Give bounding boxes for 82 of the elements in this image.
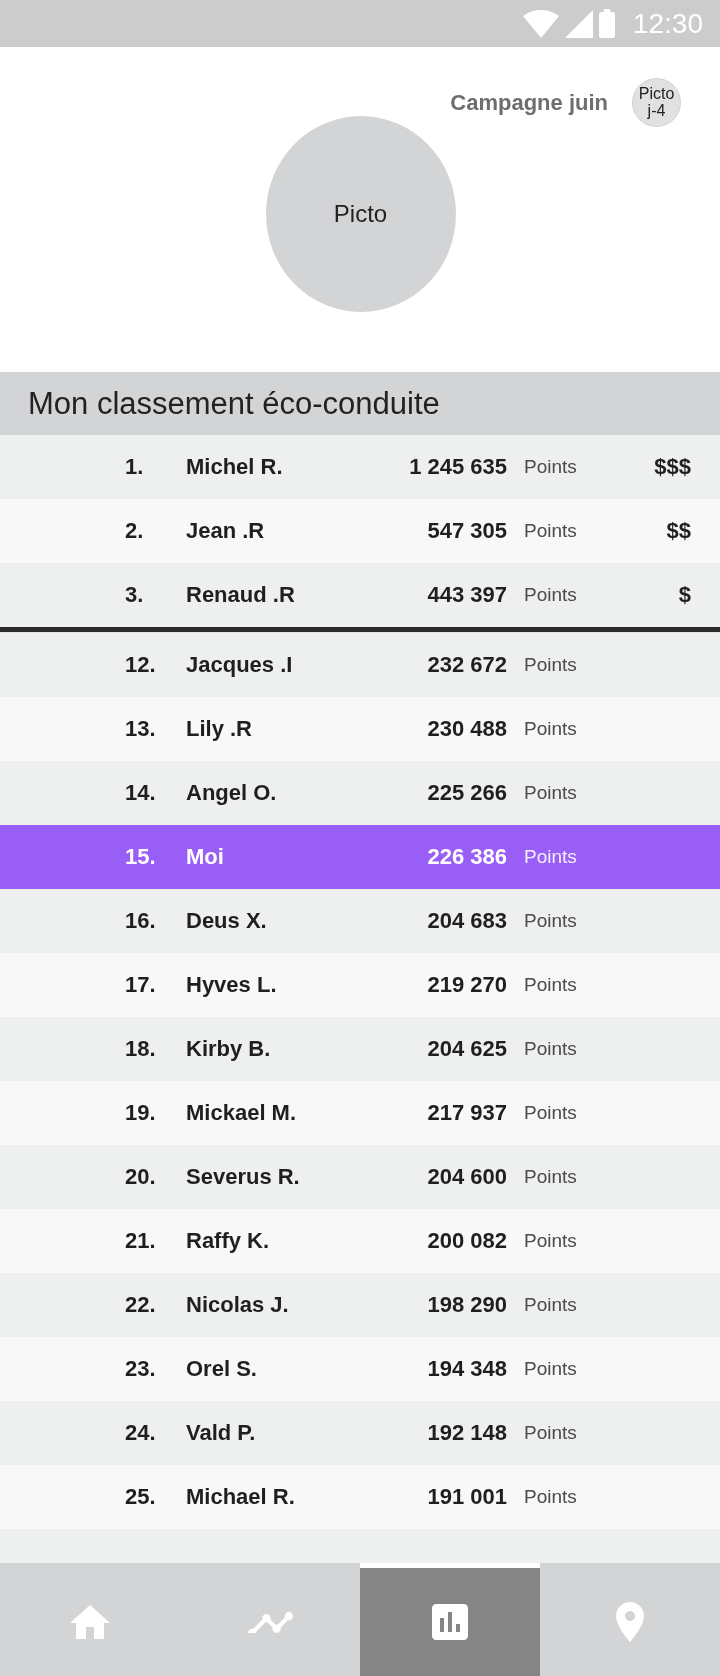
points-value: 226 386 [427, 844, 507, 870]
points-label: Points [523, 456, 578, 478]
player-name: Jean .R [186, 518, 266, 544]
points-value: 200 082 [427, 1228, 507, 1254]
wifi-icon [522, 9, 559, 38]
rank-number: 19. [125, 1100, 157, 1126]
campaign-label: Campagne juin [450, 89, 608, 116]
rank-number: 3. [125, 582, 145, 608]
player-name: Angel O. [186, 780, 278, 806]
points-value: 217 937 [427, 1100, 507, 1126]
section-title: Mon classement éco-conduite [0, 372, 720, 435]
points-label: Points [523, 974, 578, 996]
rank-number: 1. [125, 454, 145, 480]
points-label: Points [523, 846, 578, 868]
player-name: Jacques .I [186, 652, 294, 678]
points-value: 547 305 [427, 518, 507, 544]
rank-number: 24. [125, 1420, 157, 1446]
points-value: 1 245 635 [409, 454, 507, 480]
player-name: Renaud .R [186, 582, 296, 608]
countdown-badge: Picto j-4 [632, 78, 681, 127]
reward-level: $ [678, 582, 691, 608]
points-label: Points [523, 654, 578, 676]
points-value: 204 600 [427, 1164, 507, 1190]
home-icon [70, 1605, 110, 1639]
player-name: Michel R. [186, 454, 284, 480]
points-value: 192 148 [427, 1420, 507, 1446]
points-value: 219 270 [427, 972, 507, 998]
points-label: Points [523, 1358, 578, 1380]
player-name: Mickael M. [186, 1100, 298, 1126]
rank-number: 13. [125, 716, 157, 742]
picto-circle: Picto [265, 116, 456, 312]
points-value: 191 001 [427, 1484, 507, 1510]
line-chart-icon [247, 1611, 293, 1633]
points-value: 194 348 [427, 1356, 507, 1382]
rank-number: 23. [125, 1356, 157, 1382]
points-label: Points [523, 1486, 578, 1508]
rank-number: 20. [125, 1164, 157, 1190]
battery-icon [598, 9, 615, 38]
player-name: Nicolas J. [186, 1292, 290, 1318]
player-name: Lily .R [186, 716, 253, 742]
reward-level: $$$ [654, 454, 691, 480]
points-value: 232 672 [427, 652, 507, 678]
points-value: 230 488 [427, 716, 507, 742]
player-name: Kirby B. [186, 1036, 272, 1062]
points-label: Points [523, 1294, 578, 1316]
player-name: Moi [186, 844, 225, 870]
rank-number: 22. [125, 1292, 157, 1318]
points-value: 198 290 [427, 1292, 507, 1318]
points-label: Points [523, 1102, 578, 1124]
points-label: Points [523, 1230, 578, 1252]
points-label: Points [523, 1166, 578, 1188]
rank-number: 16. [125, 908, 157, 934]
player-name: Raffy K. [186, 1228, 271, 1254]
reward-level: $$ [666, 518, 691, 544]
player-name: Vald P. [186, 1420, 257, 1446]
player-name: Hyves L. [186, 972, 278, 998]
rank-number: 18. [125, 1036, 157, 1062]
location-pin-icon [616, 1602, 644, 1642]
rank-number: 17. [125, 972, 157, 998]
rank-number: 2. [125, 518, 145, 544]
player-name: Orel S. [186, 1356, 258, 1382]
player-name: Michael R. [186, 1484, 296, 1510]
rank-number: 14. [125, 780, 157, 806]
rank-number: 25. [125, 1484, 157, 1510]
bar-chart-icon [432, 1604, 468, 1640]
player-name: Severus R. [186, 1164, 301, 1190]
player-name: Deus X. [186, 908, 268, 934]
points-value: 204 683 [427, 908, 507, 934]
rank-number: 21. [125, 1228, 157, 1254]
signal-icon [564, 9, 593, 38]
points-label: Points [523, 910, 578, 932]
points-label: Points [523, 1422, 578, 1444]
points-value: 443 397 [427, 582, 507, 608]
points-label: Points [523, 782, 578, 804]
rank-number: 15. [125, 844, 157, 870]
points-label: Points [523, 520, 578, 542]
points-label: Points [523, 718, 578, 740]
points-value: 204 625 [427, 1036, 507, 1062]
points-value: 225 266 [427, 780, 507, 806]
points-label: Points [523, 584, 578, 606]
rank-number: 12. [125, 652, 157, 678]
points-label: Points [523, 1038, 578, 1060]
